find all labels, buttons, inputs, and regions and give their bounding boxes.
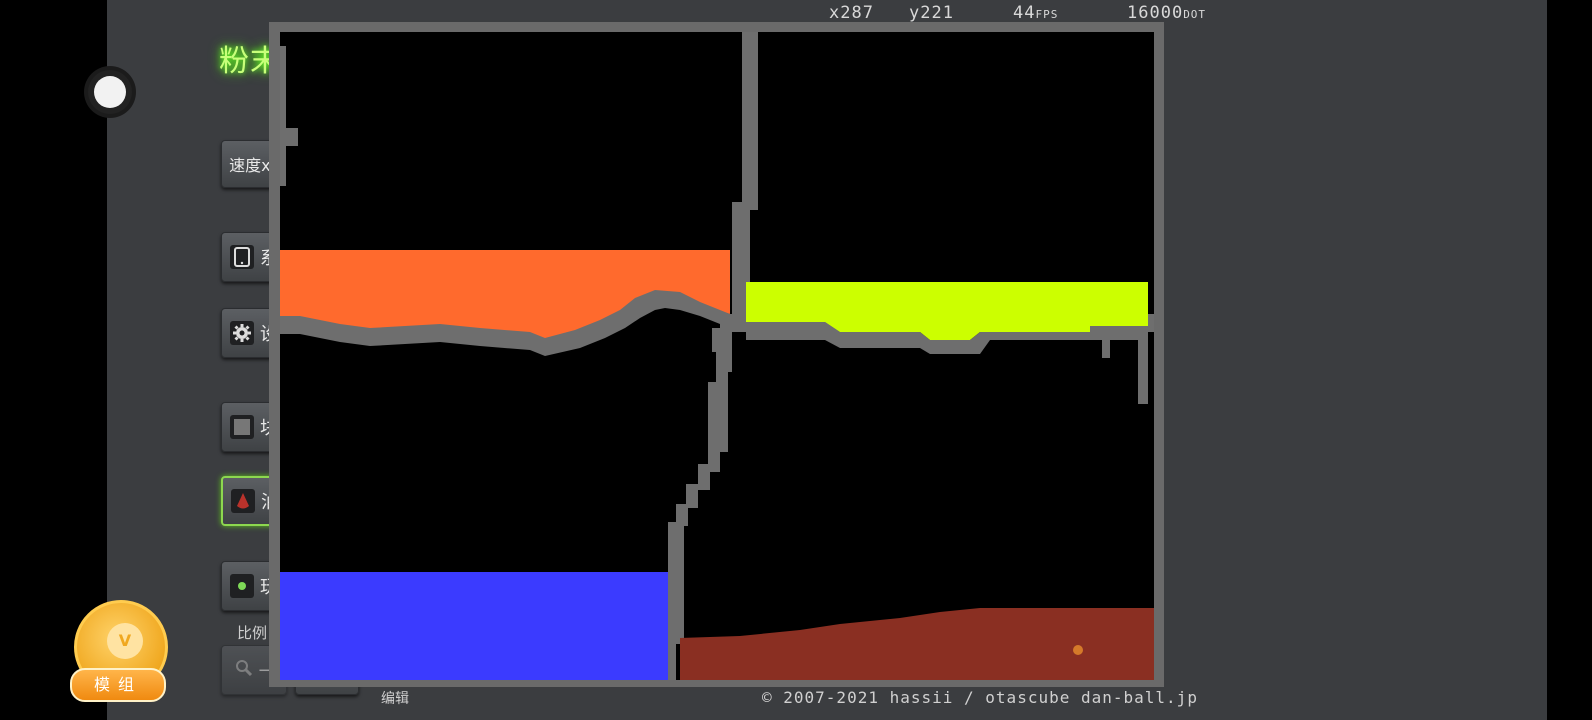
wall-divider bbox=[742, 32, 758, 210]
magnifier-icon bbox=[235, 659, 253, 682]
edit-button[interactable]: 编辑 bbox=[381, 688, 409, 708]
gear-icon bbox=[230, 321, 254, 345]
mod-label: 模组 bbox=[70, 668, 166, 702]
blue-material bbox=[280, 572, 668, 680]
cursor-y: y221 bbox=[909, 3, 954, 23]
block-icon bbox=[230, 415, 254, 439]
crown-icon: V bbox=[107, 623, 143, 659]
dot-count-unit: DOT bbox=[1183, 8, 1207, 21]
oil-drop-icon bbox=[231, 489, 255, 513]
sandbox-canvas[interactable] bbox=[280, 32, 1154, 680]
dot-count-readout: 16000DOT bbox=[1127, 3, 1206, 23]
floating-toggle[interactable] bbox=[88, 70, 132, 114]
toggle-knob bbox=[94, 76, 126, 108]
tablet-icon bbox=[230, 245, 254, 269]
fps-readout: 44FPS bbox=[1013, 3, 1058, 23]
player-icon bbox=[230, 574, 254, 598]
fps-unit: FPS bbox=[1035, 8, 1059, 21]
brown-material bbox=[680, 608, 1154, 680]
wall-diagonal bbox=[664, 328, 732, 680]
mod-badge[interactable]: V 模组 bbox=[70, 600, 168, 704]
cursor-x: x287 bbox=[829, 3, 874, 23]
dot-count-value: 16000 bbox=[1127, 3, 1184, 23]
fps-value: 44 bbox=[1013, 3, 1036, 23]
wall-segment bbox=[280, 46, 286, 186]
copyright-text: © 2007-2021 hassii / otascube dan-ball.j… bbox=[762, 688, 1198, 707]
sandbox-scene bbox=[280, 32, 1154, 680]
player-dot bbox=[1073, 645, 1083, 655]
wall-segment bbox=[280, 128, 298, 146]
